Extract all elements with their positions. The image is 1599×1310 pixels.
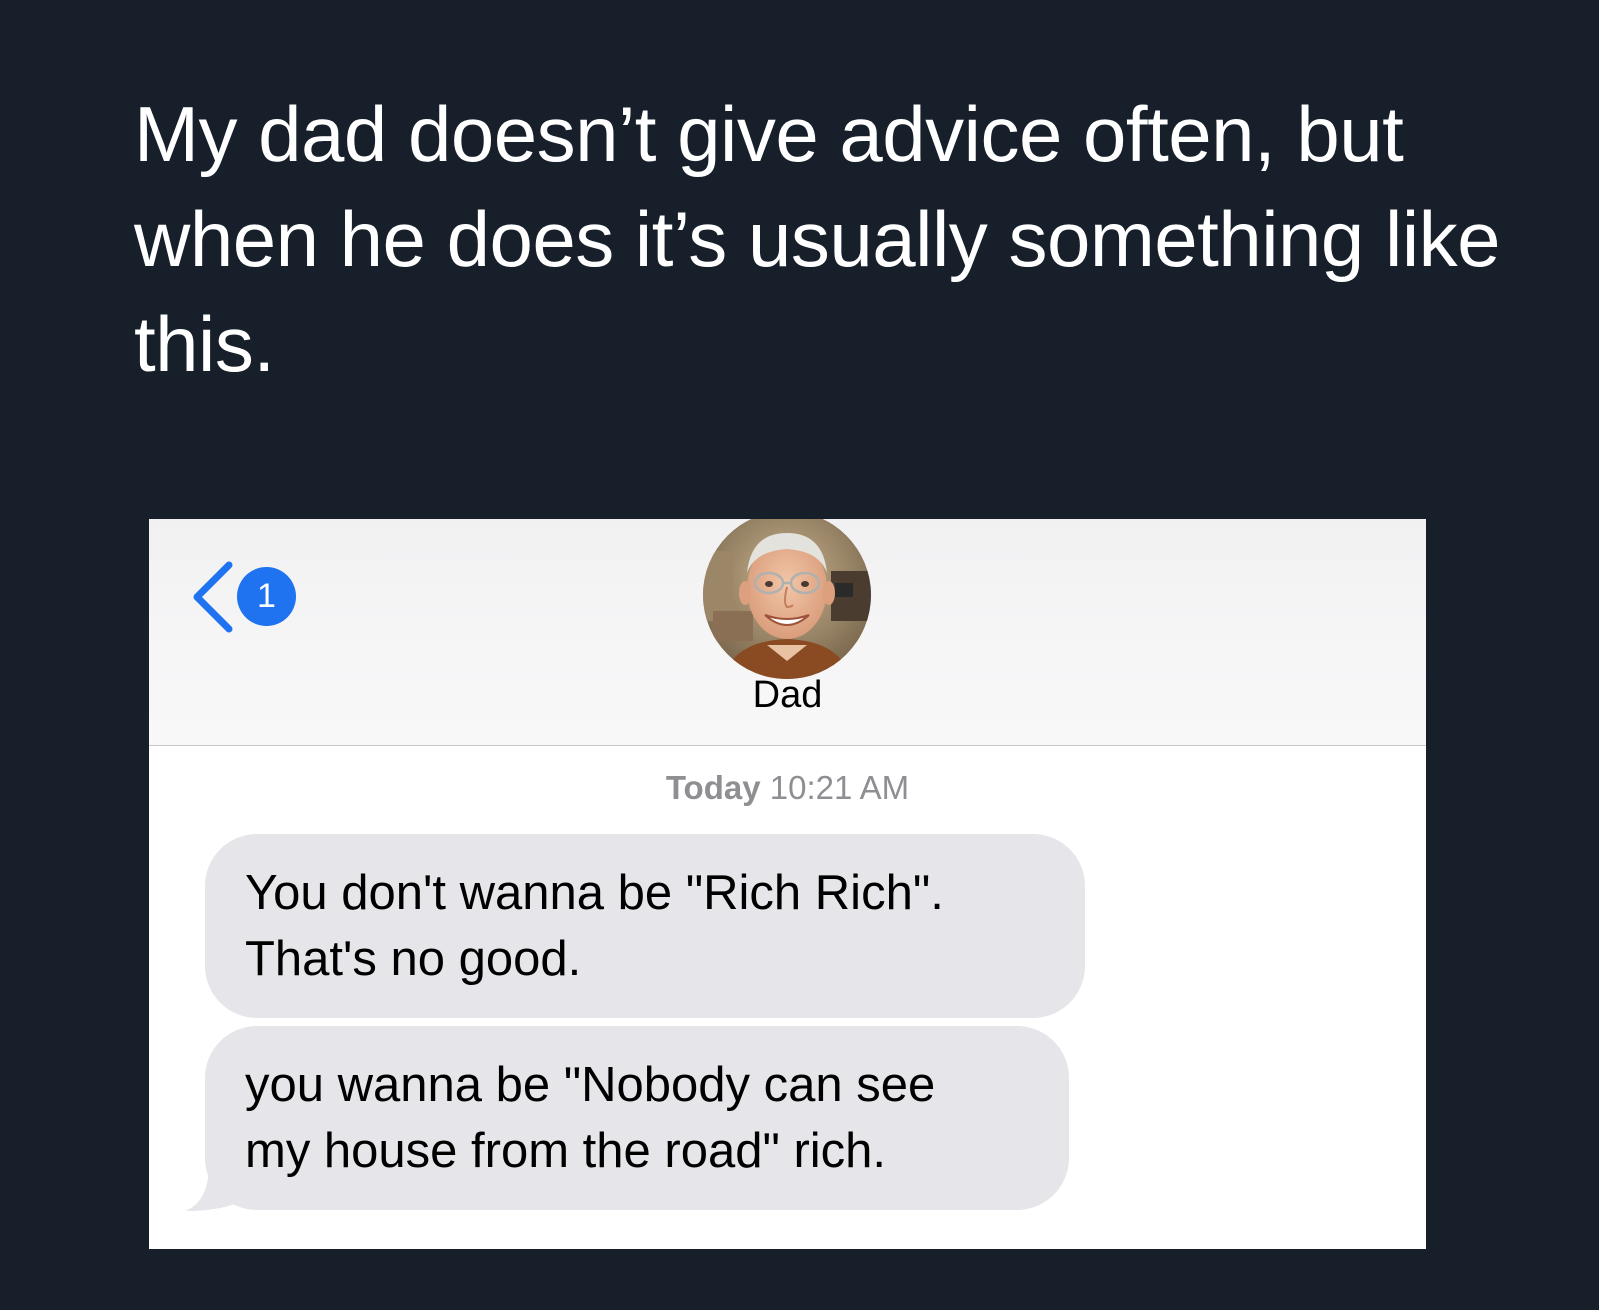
message-timestamp: Today 10:21 AM (149, 769, 1426, 807)
incoming-message-bubble[interactable]: you wanna be "Nobody can see my house fr… (205, 1026, 1069, 1210)
timestamp-time: 10:21 AM (769, 769, 910, 806)
message-line: my house from the road" rich. (245, 1124, 887, 1178)
message-line: You don't wanna be "Rich Rich". (245, 866, 944, 920)
messages-screenshot: 1 Dad Today 10:21 AM You don't wanna be … (149, 519, 1426, 1249)
message-line: That's no good. (245, 932, 582, 986)
post-text: My dad doesn’t give advice often, but wh… (134, 90, 1501, 388)
bubble-tail (185, 1159, 245, 1211)
chevron-left-icon (193, 561, 233, 633)
timestamp-day: Today (665, 769, 761, 806)
back-button[interactable]: 1 (189, 559, 309, 635)
unread-badge: 1 (237, 567, 296, 626)
contact-photo (703, 519, 871, 679)
contact-name[interactable]: Dad (149, 674, 1426, 717)
avatar[interactable] (703, 519, 871, 679)
message-line: you wanna be "Nobody can see (245, 1058, 936, 1112)
incoming-message-bubble[interactable]: You don't wanna be "Rich Rich". That's n… (205, 834, 1085, 1018)
conversation-header: 1 Dad (149, 519, 1426, 746)
